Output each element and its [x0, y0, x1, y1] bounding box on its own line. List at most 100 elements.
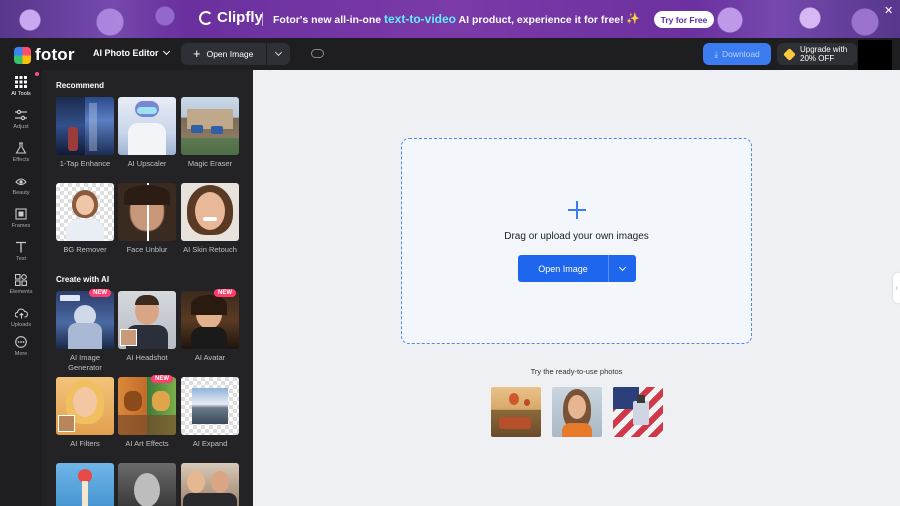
tool-name: AI Expand	[192, 439, 228, 448]
tool-name: AI Image Generator	[68, 353, 102, 372]
shapes-icon	[14, 273, 28, 287]
tool-ai-upscaler[interactable]: AI Upscaler	[118, 97, 176, 169]
fotor-logo[interactable]: fotor	[14, 45, 75, 65]
rail-item-ai-tools[interactable]: AI Tools	[0, 76, 42, 106]
sample-photo-portrait[interactable]	[552, 387, 602, 437]
sparkle-icon: ✨	[626, 13, 640, 25]
rail-item-more[interactable]: More	[0, 336, 42, 366]
ai-tools-panel: Recommend 1-Tap Enhance AI Upscaler Magi…	[42, 70, 253, 506]
rail-label: AI Tools	[11, 91, 31, 97]
tool-1-tap-enhance[interactable]: 1-Tap Enhance	[56, 97, 114, 169]
chevron-left-icon: ‹	[895, 284, 898, 292]
tool-ai-headshot[interactable]: AI Headshot	[118, 291, 176, 363]
clipfly-logo-icon	[199, 10, 213, 25]
sample-photo-balloons[interactable]	[491, 387, 541, 437]
rail-label: Frames	[11, 223, 31, 229]
tool-thumbnail	[56, 463, 114, 506]
banner-promo-text: Fotor's new all-in-one text-to-video AI …	[273, 12, 624, 26]
tool-rail: AI Tools Adjust Effects Beauty Frames Te…	[0, 70, 42, 506]
tool-bg-remover[interactable]: BG Remover	[56, 183, 114, 255]
promo-prefix: Fotor's new all-in-one	[273, 14, 384, 26]
clipfly-brand-text: Clipfly	[217, 9, 263, 26]
dropzone-text: Drag or upload your own images	[504, 231, 649, 242]
tool-thumbnail	[181, 463, 239, 506]
rail-item-uploads[interactable]: Uploads	[0, 307, 42, 337]
tool-name: 1-Tap Enhance	[59, 159, 111, 168]
tool-name: Magic Eraser	[187, 159, 233, 168]
tool-name: Face Unblur	[126, 245, 168, 254]
new-badge: NEW	[89, 289, 111, 297]
text-icon	[14, 241, 28, 253]
rail-label: More	[14, 351, 28, 357]
sliders-icon	[14, 109, 28, 121]
rail-label: Adjust	[13, 124, 29, 130]
avatar[interactable]	[858, 40, 892, 74]
tool-thumbnail	[181, 377, 239, 435]
rail-item-frames[interactable]: Frames	[0, 208, 42, 238]
open-image-dropdown[interactable]	[267, 48, 290, 57]
chevron-down-icon	[274, 48, 283, 57]
tool-name: AI Upscaler	[127, 159, 167, 168]
tool-name: AI Avatar	[194, 353, 226, 362]
tool-name: BG Remover	[63, 245, 107, 254]
tool-more-3[interactable]	[181, 463, 239, 506]
tool-thumbnail	[56, 97, 114, 155]
open-image-dropdown[interactable]	[609, 255, 636, 282]
banner-divider	[262, 12, 263, 26]
rail-item-beauty[interactable]: Beauty	[0, 175, 42, 205]
promo-suffix: AI product, experience it for free!	[456, 14, 624, 26]
rail-item-elements[interactable]: Elements	[0, 273, 42, 304]
download-button[interactable]: ⤓ Download	[703, 43, 771, 65]
open-image-button[interactable]: Open Image	[518, 255, 609, 282]
editor-mode-label: AI Photo Editor	[93, 48, 159, 58]
tool-thumbnail	[181, 97, 239, 155]
expand-right-panel-button[interactable]: ‹	[893, 273, 900, 303]
rail-label: Beauty	[12, 190, 30, 196]
tool-ai-image-generator[interactable]: NEW AI Image Generator	[56, 289, 114, 373]
rail-label: Effects	[12, 157, 30, 163]
upgrade-text: Upgrade with 20% OFF	[800, 45, 847, 63]
tool-ai-avatar[interactable]: NEW AI Avatar	[181, 289, 239, 363]
open-image-button[interactable]: + Open Image	[181, 43, 267, 65]
promo-banner[interactable]: Clipfly Fotor's new all-in-one text-to-v…	[0, 0, 900, 38]
tool-more-2[interactable]	[118, 463, 176, 506]
try-for-free-button[interactable]: Try for Free	[654, 11, 714, 28]
tool-name: AI Skin Retouch	[183, 245, 237, 254]
cloud-upload-icon	[14, 307, 28, 319]
tool-ai-skin-retouch[interactable]: AI Skin Retouch	[181, 183, 239, 255]
tool-name: AI Headshot	[126, 353, 168, 362]
tool-name: AI Art Effects	[125, 439, 169, 448]
rail-item-effects[interactable]: Effects	[0, 142, 42, 172]
tool-face-unblur[interactable]: Face Unblur	[118, 183, 176, 255]
rail-label: Elements	[9, 289, 33, 295]
sample-photo-product[interactable]	[613, 387, 663, 437]
tool-thumbnail	[181, 291, 239, 349]
tool-magic-eraser[interactable]: Magic Eraser	[181, 97, 239, 169]
grid-icon	[14, 76, 28, 88]
tool-thumbnail	[118, 97, 176, 155]
fotor-brand-text: fotor	[35, 45, 75, 64]
cloud-icon[interactable]	[311, 49, 324, 58]
banner-art-right	[690, 0, 900, 38]
rail-item-text[interactable]: Text	[0, 241, 42, 271]
fotor-logo-icon	[14, 46, 31, 64]
tool-more-1[interactable]	[56, 463, 114, 506]
tool-ai-filters[interactable]: AI Filters	[56, 377, 114, 449]
flask-icon	[14, 142, 28, 154]
editor-mode-dropdown[interactable]: AI Photo Editor	[93, 47, 170, 58]
upload-dropzone[interactable]: Drag or upload your own images Open Imag…	[401, 138, 752, 344]
upgrade-button[interactable]: Upgrade with 20% OFF	[777, 43, 857, 65]
rail-item-adjust[interactable]: Adjust	[0, 109, 42, 139]
new-badge: NEW	[151, 375, 173, 383]
upgrade-line-2: 20% OFF	[800, 54, 835, 63]
plus-icon	[568, 201, 586, 219]
chevron-down-icon	[162, 47, 170, 56]
section-title-create-with-ai: Create with AI	[56, 275, 110, 284]
promo-highlight: text-to-video	[384, 12, 456, 26]
close-banner-icon[interactable]: ✕	[884, 4, 893, 17]
tool-ai-expand[interactable]: AI Expand	[181, 377, 239, 449]
diamond-icon	[783, 47, 796, 61]
tool-ai-art-effects[interactable]: NEW AI Art Effects	[118, 375, 176, 449]
open-image-label: Open Image	[206, 49, 254, 59]
clipfly-logo: Clipfly	[199, 9, 263, 26]
